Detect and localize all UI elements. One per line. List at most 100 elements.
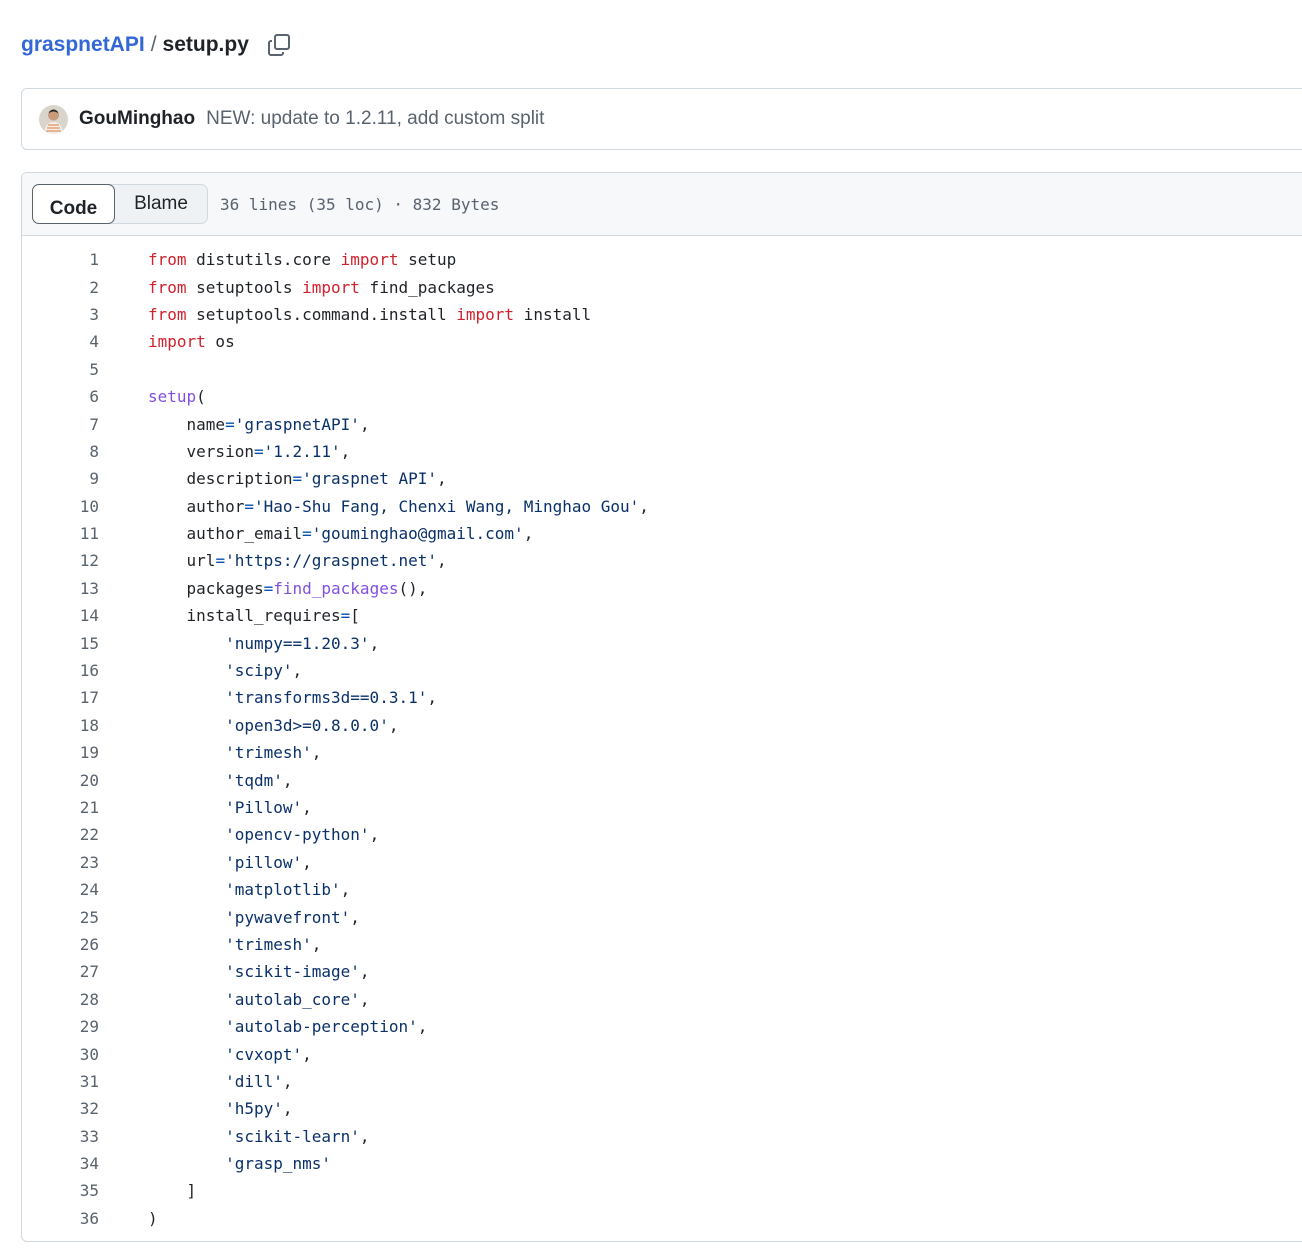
- code-line: 6 setup(: [22, 383, 1302, 410]
- line-number[interactable]: 1: [22, 250, 99, 269]
- code-line: 1 from distutils.core import setup: [22, 246, 1302, 273]
- breadcrumb: graspnetAPI / setup.py: [21, 28, 295, 62]
- line-code: 'open3d>=0.8.0.0',: [225, 715, 399, 735]
- line-code: from distutils.core import setup: [148, 250, 457, 270]
- code-line: 34 'grasp_nms': [22, 1150, 1302, 1177]
- code-line: 17 'transforms3d==0.3.1',: [22, 684, 1302, 711]
- line-code: 'trimesh',: [225, 743, 322, 763]
- code-line: 22 'opencv-python',: [22, 821, 1302, 848]
- line-code: 'transforms3d==0.3.1',: [225, 688, 437, 708]
- line-number[interactable]: 32: [22, 1099, 99, 1118]
- line-code: 'matplotlib',: [225, 880, 351, 900]
- line-code: import os: [148, 332, 235, 352]
- line-code: 'scikit-learn',: [225, 1126, 370, 1146]
- line-code: from setuptools import find_packages: [148, 277, 495, 297]
- code-line: 25 'pywavefront',: [22, 903, 1302, 930]
- line-number[interactable]: 23: [22, 853, 99, 872]
- line-number[interactable]: 3: [22, 305, 99, 324]
- tab-code[interactable]: Code: [32, 184, 115, 224]
- line-code: packages=find_packages(),: [148, 578, 428, 598]
- code-line: 32 'h5py',: [22, 1095, 1302, 1122]
- code-line: 21 'Pillow',: [22, 794, 1302, 821]
- commit-message[interactable]: NEW: update to 1.2.11, add custom split: [206, 108, 544, 130]
- line-number[interactable]: 16: [22, 661, 99, 680]
- file-viewer: Code Blame 36 lines (35 loc) · 832 Bytes…: [21, 172, 1302, 1242]
- code-line: 14 install_requires=[: [22, 602, 1302, 629]
- code-line: 11 author_email='gouminghao@gmail.com',: [22, 520, 1302, 547]
- file-stats: 36 lines (35 loc) · 832 Bytes: [220, 194, 500, 214]
- line-number[interactable]: 6: [22, 387, 99, 406]
- line-number[interactable]: 36: [22, 1209, 99, 1228]
- code-line: 13 packages=find_packages(),: [22, 575, 1302, 602]
- line-number[interactable]: 13: [22, 579, 99, 598]
- line-code: author='Hao-Shu Fang, Chenxi Wang, Mingh…: [148, 496, 649, 516]
- line-number[interactable]: 18: [22, 716, 99, 735]
- line-code: 'grasp_nms': [225, 1154, 332, 1174]
- code-line: 5: [22, 356, 1302, 383]
- avatar[interactable]: [39, 104, 68, 134]
- code-line: 8 version='1.2.11',: [22, 438, 1302, 465]
- line-number[interactable]: 30: [22, 1045, 99, 1064]
- line-code: ): [148, 1208, 158, 1228]
- line-code: 'pywavefront',: [225, 907, 360, 927]
- code-line: 33 'scikit-learn',: [22, 1123, 1302, 1150]
- line-code: 'scipy',: [225, 661, 303, 681]
- line-number[interactable]: 19: [22, 743, 99, 762]
- line-number[interactable]: 12: [22, 551, 99, 570]
- copy-path-button[interactable]: [263, 29, 295, 61]
- line-code: 'Pillow',: [225, 798, 312, 817]
- line-number[interactable]: 15: [22, 634, 99, 653]
- line-number[interactable]: 11: [22, 524, 99, 543]
- line-number[interactable]: 22: [22, 825, 99, 844]
- line-code: 'autolab_core',: [225, 989, 370, 1009]
- line-number[interactable]: 2: [22, 278, 99, 297]
- line-number[interactable]: 5: [22, 360, 99, 379]
- code-line: 35 ]: [22, 1177, 1302, 1204]
- line-number[interactable]: 33: [22, 1127, 99, 1146]
- code-line: 28 'autolab_core',: [22, 986, 1302, 1013]
- line-number[interactable]: 25: [22, 908, 99, 927]
- code-line: 24 'matplotlib',: [22, 876, 1302, 903]
- line-code: from setuptools.command.install import i…: [148, 304, 592, 324]
- code-listing: 1 from distutils.core import setup 2 from s…: [22, 236, 1302, 1232]
- line-number[interactable]: 34: [22, 1154, 99, 1173]
- code-line: 4 import os: [22, 328, 1302, 355]
- line-number[interactable]: 28: [22, 990, 99, 1009]
- line-number[interactable]: 7: [22, 415, 99, 434]
- code-line: 7 name='graspnetAPI',: [22, 410, 1302, 437]
- line-number[interactable]: 27: [22, 962, 99, 981]
- line-code: author_email='gouminghao@gmail.com',: [148, 524, 534, 544]
- line-number[interactable]: 35: [22, 1181, 99, 1200]
- line-number[interactable]: 9: [22, 469, 99, 488]
- code-line: 20 'tqdm',: [22, 766, 1302, 793]
- line-code: 'h5py',: [225, 1099, 293, 1119]
- line-code: name='graspnetAPI',: [148, 414, 370, 434]
- line-number[interactable]: 29: [22, 1017, 99, 1036]
- line-number[interactable]: 24: [22, 880, 99, 899]
- line-number[interactable]: 21: [22, 798, 99, 817]
- line-number[interactable]: 10: [22, 497, 99, 516]
- line-code: ]: [148, 1181, 197, 1201]
- code-line: 3 from setuptools.command.install import …: [22, 301, 1302, 328]
- line-number[interactable]: 31: [22, 1072, 99, 1091]
- code-line: 16 'scipy',: [22, 657, 1302, 684]
- line-number[interactable]: 20: [22, 771, 99, 790]
- file-header: Code Blame 36 lines (35 loc) · 832 Bytes: [22, 173, 1302, 236]
- line-number[interactable]: 17: [22, 688, 99, 707]
- line-code: 'tqdm',: [225, 770, 293, 790]
- latest-commit-box: GouMinghao NEW: update to 1.2.11, add cu…: [21, 88, 1302, 150]
- code-line: 27 'scikit-image',: [22, 958, 1302, 985]
- line-code: 'dill',: [225, 1071, 293, 1091]
- tab-blame[interactable]: Blame: [115, 185, 207, 223]
- line-number[interactable]: 4: [22, 332, 99, 351]
- code-line: 15 'numpy==1.20.3',: [22, 629, 1302, 656]
- line-number[interactable]: 8: [22, 442, 99, 461]
- code-line: 29 'autolab-perception',: [22, 1013, 1302, 1040]
- breadcrumb-repo-link[interactable]: graspnetAPI: [21, 33, 145, 57]
- code-line: 12 url='https://graspnet.net',: [22, 547, 1302, 574]
- line-code: 'autolab-perception',: [225, 1017, 428, 1037]
- line-number[interactable]: 26: [22, 935, 99, 954]
- line-number[interactable]: 14: [22, 606, 99, 625]
- commit-author[interactable]: GouMinghao: [79, 108, 195, 130]
- code-line: 19 'trimesh',: [22, 739, 1302, 766]
